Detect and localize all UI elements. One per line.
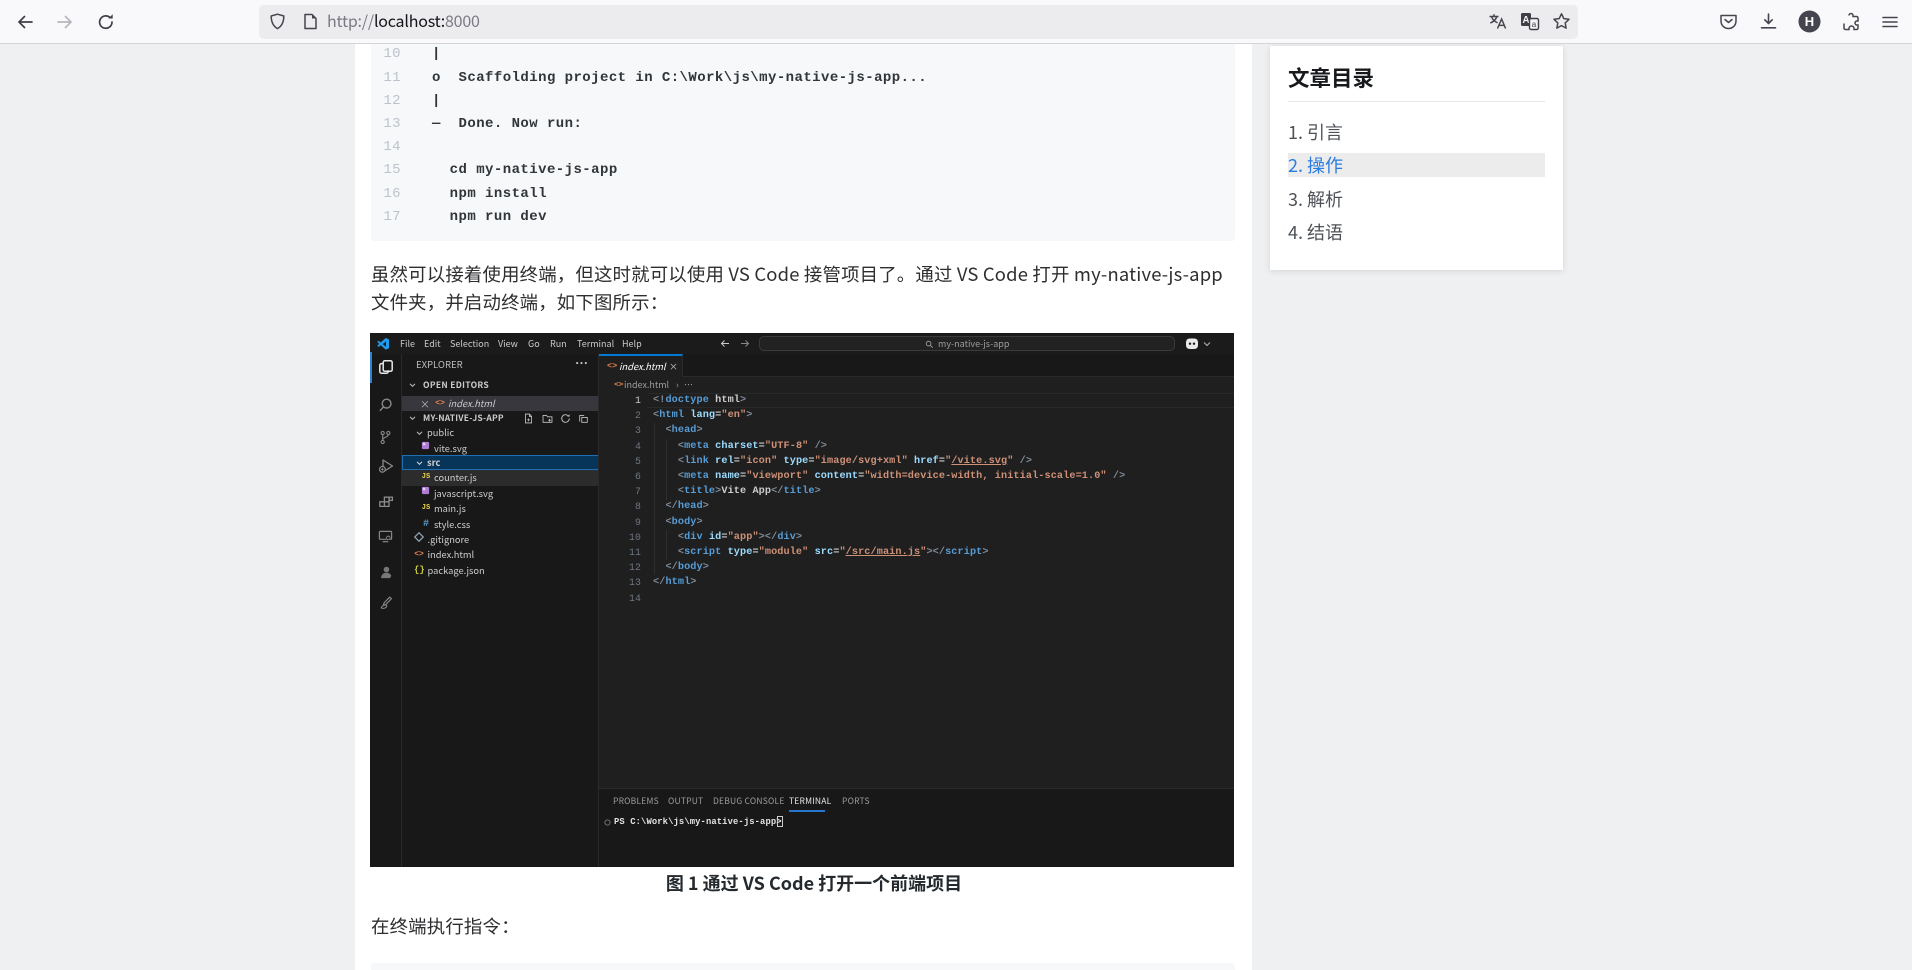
svg-text:H: H xyxy=(1804,14,1813,29)
svg-text:a: a xyxy=(1532,20,1537,29)
svg-text:A: A xyxy=(1522,15,1529,26)
